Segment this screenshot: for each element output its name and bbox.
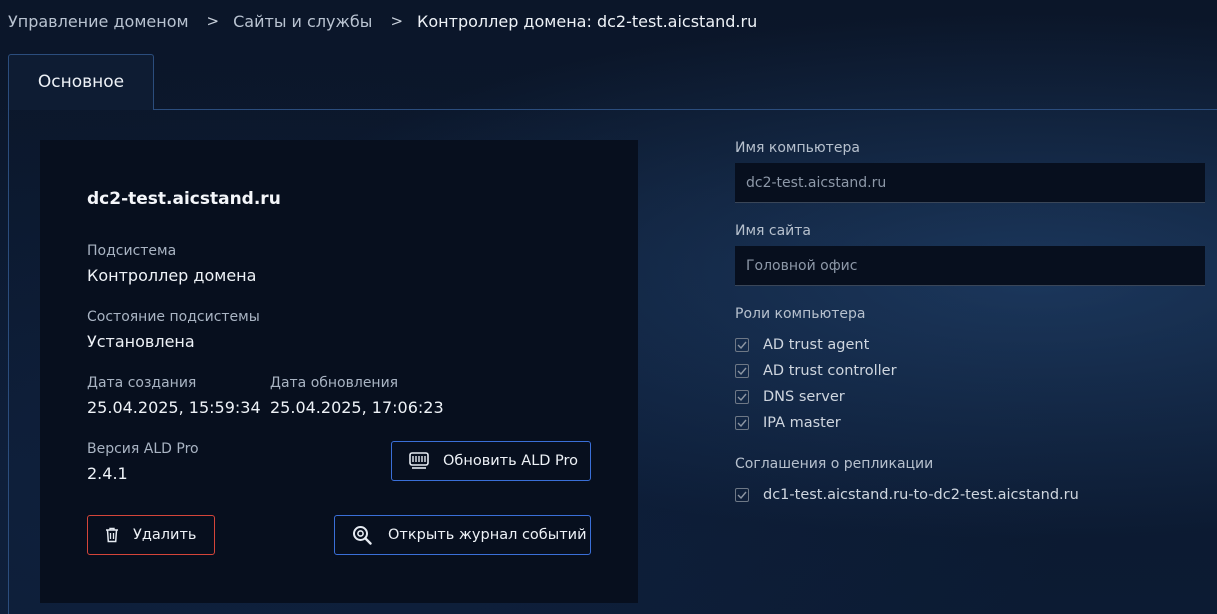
checkbox[interactable] xyxy=(735,488,749,502)
subsystem-value: Контроллер домена xyxy=(87,266,257,285)
open-event-journal-button[interactable]: Открыть журнал событий xyxy=(334,515,591,555)
updated-date-label: Дата обновления xyxy=(270,375,399,391)
version-label: Версия ALD Pro xyxy=(87,441,199,457)
checkbox[interactable] xyxy=(735,338,749,352)
search-log-icon xyxy=(352,525,372,545)
tab-general[interactable]: Основное xyxy=(8,54,154,110)
check-icon xyxy=(737,393,747,401)
tab-bar: Основное xyxy=(8,54,1217,110)
server-update-icon xyxy=(408,451,430,471)
breadcrumb: Управление доменом > Сайты и службы > Ко… xyxy=(8,9,757,33)
site-name-field[interactable] xyxy=(735,246,1205,286)
open-event-journal-label: Открыть журнал событий xyxy=(388,527,587,543)
check-icon xyxy=(737,367,747,375)
replication-agreements-label: Соглашения о репликации xyxy=(735,456,934,472)
tab-general-label: Основное xyxy=(37,72,125,92)
checkbox[interactable] xyxy=(735,364,749,378)
breadcrumb-sites-services[interactable]: Сайты и службы xyxy=(233,12,372,31)
delete-button[interactable]: Удалить xyxy=(87,515,215,555)
checkbox[interactable] xyxy=(735,416,749,430)
breadcrumb-domain-management[interactable]: Управление доменом xyxy=(8,12,189,31)
replication-agreement-label: dc1-test.aicstand.ru-to-dc2-test.aicstan… xyxy=(763,487,1079,503)
host-title: dc2-test.aicstand.ru xyxy=(87,189,281,209)
computer-roles-label: Роли компьютера xyxy=(735,306,866,322)
created-date-label: Дата создания xyxy=(87,375,197,391)
replication-agreement-item[interactable]: dc1-test.aicstand.ru-to-dc2-test.aicstan… xyxy=(735,485,1079,505)
site-name-label: Имя сайта xyxy=(735,223,812,239)
subsystem-state-value: Установлена xyxy=(87,332,195,351)
updated-date-value: 25.04.2025, 17:06:23 xyxy=(270,398,444,417)
check-icon xyxy=(737,491,747,499)
role-label: AD trust agent xyxy=(763,337,870,353)
breadcrumb-separator: > xyxy=(390,12,404,30)
update-ald-pro-label: Обновить ALD Pro xyxy=(443,453,579,469)
check-icon xyxy=(737,341,747,349)
role-label: DNS server xyxy=(763,389,845,405)
version-value: 2.4.1 xyxy=(87,464,128,483)
role-ipa-master[interactable]: IPA master xyxy=(735,413,841,433)
controller-info-card: dc2-test.aicstand.ru Подсистема Контролл… xyxy=(40,140,638,603)
breadcrumb-separator: > xyxy=(206,12,220,30)
update-ald-pro-button[interactable]: Обновить ALD Pro xyxy=(391,441,591,481)
trash-icon xyxy=(105,527,119,543)
breadcrumb-current-page: Контроллер домена: dc2-test.aicstand.ru xyxy=(417,11,758,31)
checkbox[interactable] xyxy=(735,390,749,404)
created-date-value: 25.04.2025, 15:59:34 xyxy=(87,398,261,417)
delete-label: Удалить xyxy=(133,527,197,543)
role-label: IPA master xyxy=(763,415,841,431)
role-dns-server[interactable]: DNS server xyxy=(735,387,845,407)
computer-name-field[interactable] xyxy=(735,163,1205,203)
computer-name-label: Имя компьютера xyxy=(735,140,860,156)
role-label: AD trust controller xyxy=(763,363,897,379)
subsystem-state-label: Состояние подсистемы xyxy=(87,309,260,325)
subsystem-label: Подсистема xyxy=(87,243,177,259)
role-ad-trust-agent[interactable]: AD trust agent xyxy=(735,335,869,355)
role-ad-trust-controller[interactable]: AD trust controller xyxy=(735,361,897,381)
page: Управление доменом > Сайты и службы > Ко… xyxy=(0,0,1217,614)
check-icon xyxy=(737,419,747,427)
